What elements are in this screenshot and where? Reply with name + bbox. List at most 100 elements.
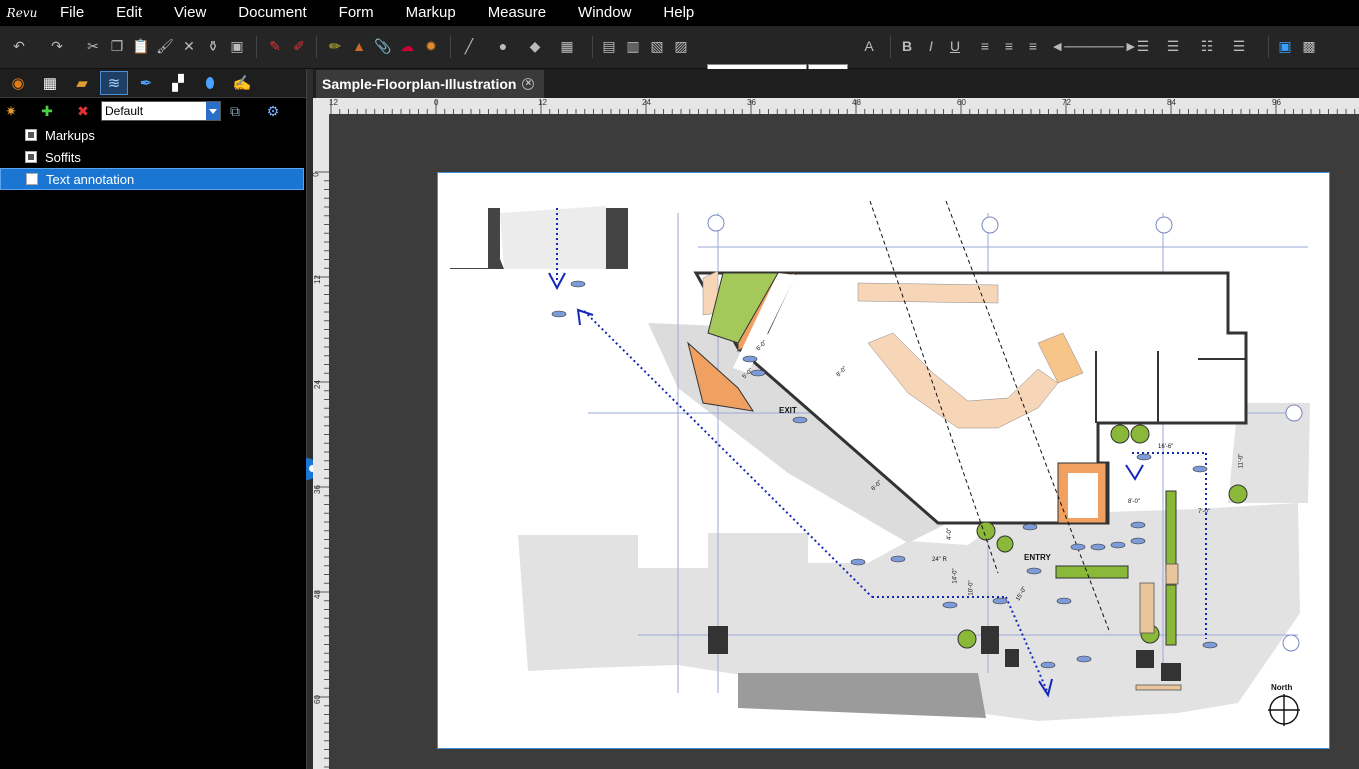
layer-row-markups[interactable]: Markups — [0, 124, 304, 146]
close-icon[interactable]: × — [522, 78, 535, 90]
ruler-label: 72 — [1062, 98, 1071, 107]
undo-icon[interactable]: ↶ — [10, 37, 28, 55]
italic-icon[interactable]: I — [922, 37, 940, 55]
vertical-ruler: 0 12 24 36 48 60 — [313, 114, 330, 769]
delete-layer-icon[interactable]: ✖ — [74, 102, 92, 120]
group-icon[interactable]: ▧ — [648, 37, 666, 55]
layer-label: Markups — [45, 127, 95, 143]
layer-import-icon[interactable]: ⧉ — [226, 102, 244, 120]
menu-help[interactable]: Help — [647, 0, 710, 26]
dimension-label: 8'-0" — [1128, 499, 1140, 505]
cloud-icon[interactable]: ☁ — [398, 37, 416, 55]
ruler-label: 36 — [747, 98, 756, 107]
line-start-icon[interactable]: ☰ — [1134, 37, 1152, 55]
cut-icon[interactable]: ✂ — [84, 37, 102, 55]
paste-icon[interactable]: 📋 — [132, 37, 150, 55]
layer-row-text-annotation[interactable]: Text annotation — [0, 168, 304, 190]
horizontal-ruler-ticks — [330, 100, 1356, 114]
ungroup-icon[interactable]: ▨ — [672, 37, 690, 55]
format-painter-icon[interactable]: 🖌 — [156, 37, 174, 55]
ruler-label: 0 — [313, 172, 321, 176]
ruler-label: 24 — [642, 98, 651, 107]
pen-icon[interactable]: ✎ — [266, 37, 284, 55]
vertical-ruler-ticks — [315, 171, 329, 768]
ruler-label: 36 — [313, 485, 322, 494]
ruler-label: 12 — [538, 98, 547, 107]
tab-spaces-icon[interactable]: ▞ — [164, 71, 192, 95]
ruler-label: 24 — [313, 380, 322, 389]
tab-forms-icon[interactable]: ✍ — [228, 71, 256, 95]
ruler-label: 96 — [1272, 98, 1281, 107]
properties-icon[interactable]: ▣ — [1276, 37, 1294, 55]
copy-icon[interactable]: ❐ — [108, 37, 126, 55]
hatch-icon[interactable]: ▦ — [558, 37, 576, 55]
tab-markup-icon[interactable]: ✒ — [132, 71, 160, 95]
add-layer-icon[interactable]: ✚ — [38, 102, 56, 120]
exit-label: EXIT — [779, 406, 797, 415]
dimension-label: 24" R — [932, 557, 947, 563]
drawing-page[interactable]: EXIT ENTRY North 16'-6" 11'-0" 8'-0" 7'-… — [437, 172, 1330, 749]
dimension-label: 7'-0" — [1198, 509, 1210, 515]
delete-icon[interactable]: ✕ — [180, 37, 198, 55]
settings-icon[interactable]: ⚙ — [264, 102, 282, 120]
align-right-icon[interactable]: ≡ — [1024, 37, 1042, 55]
north-label: North — [1271, 683, 1293, 692]
align-left-icon[interactable]: ≡ — [976, 37, 994, 55]
align-center-icon[interactable]: ≡ — [1000, 37, 1018, 55]
horizontal-ruler: 12 0 12 24 36 48 60 72 84 96 — [313, 98, 1359, 115]
app-logo: Revu — [6, 6, 38, 20]
tab-tool-chest-icon[interactable]: ▰ — [68, 71, 96, 95]
line-end-icon[interactable]: ☰ — [1164, 37, 1182, 55]
line-width-icon[interactable]: ☰ — [1230, 37, 1248, 55]
send-back-icon[interactable]: ▥ — [624, 37, 642, 55]
layer-visibility-checkbox[interactable] — [25, 151, 37, 163]
font-color-icon[interactable]: A — [860, 37, 878, 55]
layer-row-soffits[interactable]: Soffits — [0, 146, 304, 168]
menu-measure[interactable]: Measure — [472, 0, 562, 26]
layer-options-icon[interactable]: ✷ — [2, 102, 20, 120]
document-tab[interactable]: Sample-Floorplan-Illustration × — [316, 70, 544, 98]
stamp-icon[interactable]: ⚱ — [204, 37, 222, 55]
highlight-icon[interactable]: ✏ — [326, 37, 344, 55]
ruler-label: 60 — [957, 98, 966, 107]
tool-chest-icon[interactable]: ▩ — [1300, 37, 1318, 55]
main-toolbar: ↶ ↷ ✂ ❐ 📋 🖌 ✕ ⚱ ▣ ✎ ✐ ✏ ▲ 📎 ☁ ✹ ╱ ● ◆ ▦ … — [0, 26, 1359, 84]
underline-icon[interactable]: U — [946, 37, 964, 55]
tab-grid-icon[interactable]: ▦ — [36, 71, 64, 95]
tab-layers-icon[interactable]: ≋ — [100, 71, 128, 95]
ruler-label: 48 — [852, 98, 861, 107]
menu-markup[interactable]: Markup — [390, 0, 472, 26]
attachment-icon[interactable]: 📎 — [374, 37, 392, 55]
eraser-icon[interactable]: ✐ — [290, 37, 308, 55]
menu-edit[interactable]: Edit — [100, 0, 158, 26]
stamp-tool-icon[interactable]: ▲ — [350, 37, 368, 55]
ruler-label: 84 — [1167, 98, 1176, 107]
chevron-down-icon[interactable] — [206, 102, 220, 120]
opacity-icon[interactable]: ◆ — [526, 37, 544, 55]
tab-places-icon[interactable]: ⬮ — [196, 71, 224, 95]
menu-view[interactable]: View — [158, 0, 222, 26]
layer-visibility-checkbox[interactable] — [25, 129, 37, 141]
menu-form[interactable]: Form — [323, 0, 390, 26]
line-color-icon[interactable]: ╱ — [460, 37, 478, 55]
floorplan-drawing — [450, 200, 1310, 726]
layer-set-select[interactable]: Default — [101, 101, 221, 121]
bold-icon[interactable]: B — [898, 37, 916, 55]
menu-window[interactable]: Window — [562, 0, 647, 26]
dimension-label: 14'-0" — [952, 568, 959, 584]
dimension-label: 10'-0" — [968, 580, 975, 596]
bring-front-icon[interactable]: ▤ — [600, 37, 618, 55]
redo-icon[interactable]: ↷ — [48, 37, 66, 55]
fill-color-icon[interactable]: ● — [494, 37, 512, 55]
line-style-icon[interactable]: ◄──────► — [1050, 37, 1137, 55]
menu-file[interactable]: File — [44, 0, 100, 26]
document-tab-bar: Sample-Floorplan-Illustration × — [313, 69, 1359, 98]
image-icon[interactable]: ✹ — [422, 37, 440, 55]
ruler-label: 12 — [329, 98, 338, 107]
tab-thumbnails-icon[interactable]: ◉ — [4, 71, 32, 95]
dash-style-icon[interactable]: ☷ — [1198, 37, 1216, 55]
snapshot-icon[interactable]: ▣ — [228, 37, 246, 55]
menu-document[interactable]: Document — [222, 0, 322, 26]
layer-label: Soffits — [45, 149, 81, 165]
layer-visibility-checkbox[interactable] — [26, 173, 38, 185]
